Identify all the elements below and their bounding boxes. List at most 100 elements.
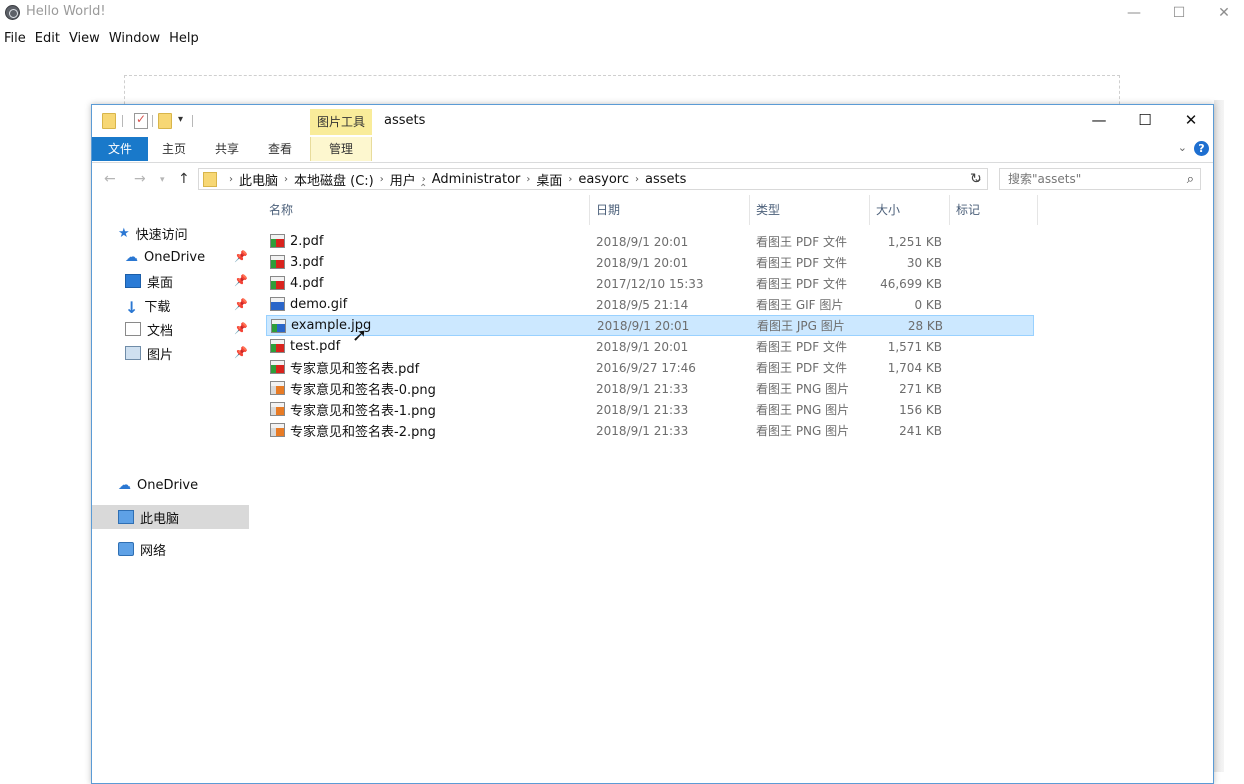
file-size: 241 KB	[899, 423, 942, 438]
folder-icon[interactable]	[102, 113, 116, 129]
breadcrumb-desktop[interactable]: 桌面	[536, 170, 562, 189]
pdf-file-icon	[270, 360, 285, 374]
table-row[interactable]: 专家意见和签名表-2.png 2018/9/1 21:33 看图王 PNG 图片 24…	[266, 420, 1034, 441]
explorer-close-button[interactable]: ✕	[1168, 105, 1214, 135]
sort-ascending-icon: ⌃	[419, 183, 428, 194]
file-type: 看图王 PNG 图片	[756, 403, 850, 417]
search-icon[interactable]: ⌕	[1187, 170, 1194, 190]
forward-icon[interactable]: →	[134, 171, 146, 187]
new-folder-icon[interactable]	[158, 113, 172, 129]
chevron-right-icon[interactable]: ›	[526, 174, 530, 185]
chevron-right-icon[interactable]: ›	[284, 174, 288, 185]
nav-label: 桌面	[147, 275, 174, 291]
nav-item-onedrive-pinned[interactable]: ☁ OneDrive	[125, 245, 205, 269]
table-row[interactable]: 4.pdf 2017/12/10 15:33 看图王 PDF 文件 46,699 KB	[266, 273, 1034, 294]
tab-home[interactable]: 主页	[154, 137, 194, 161]
nav-label: 快速访问	[135, 227, 188, 243]
chevron-right-icon[interactable]: ›	[229, 174, 233, 185]
window-shadow	[1214, 100, 1224, 772]
nav-label: 此电脑	[140, 511, 180, 527]
app-maximize-button[interactable]: ☐	[1156, 0, 1202, 26]
nav-quick-access[interactable]: ★ 快速访问	[118, 221, 188, 245]
recent-locations-icon[interactable]: ▾	[160, 175, 165, 185]
breadcrumb-this-pc[interactable]: 此电脑	[239, 170, 278, 189]
pin-icon[interactable]: 📌	[234, 322, 248, 335]
file-size: 28 KB	[907, 318, 943, 333]
column-tags[interactable]: 标记	[950, 195, 1038, 225]
nav-item-documents[interactable]: 文档	[125, 317, 173, 341]
quick-access-separator	[152, 115, 153, 127]
chevron-right-icon[interactable]: ›	[568, 174, 572, 185]
refresh-icon[interactable]: ↻	[970, 171, 982, 187]
explorer-minimize-button[interactable]: —	[1076, 105, 1122, 135]
file-size: 0 KB	[914, 297, 942, 312]
pin-icon[interactable]: 📌	[234, 298, 248, 311]
properties-icon[interactable]	[134, 112, 148, 129]
back-icon[interactable]: ←	[104, 171, 116, 187]
breadcrumb-assets[interactable]: assets	[645, 172, 686, 187]
tab-manage[interactable]: 管理	[310, 137, 372, 161]
explorer-maximize-button[interactable]: ☐	[1122, 105, 1168, 135]
table-row[interactable]: test.pdf 2018/9/1 20:01 看图王 PDF 文件 1,571 KB	[266, 336, 1034, 357]
table-row[interactable]: 3.pdf 2018/9/1 20:01 看图王 PDF 文件 30 KB	[266, 252, 1034, 273]
nav-item-downloads[interactable]: ↓ 下载	[125, 293, 170, 317]
table-row[interactable]: demo.gif 2018/9/5 21:14 看图王 GIF 图片 0 KB	[266, 294, 1034, 315]
menu-edit[interactable]: Edit	[31, 28, 64, 50]
table-row[interactable]: 专家意见和签名表-0.png 2018/9/1 21:33 看图王 PNG 图片 27…	[266, 378, 1034, 399]
file-badge-icon	[276, 281, 284, 289]
menu-file[interactable]: File	[0, 28, 30, 50]
breadcrumb-users[interactable]: 用户	[390, 170, 416, 189]
app-minimize-button[interactable]: —	[1111, 0, 1157, 26]
pin-icon[interactable]: 📌	[234, 250, 248, 263]
file-name: 2.pdf	[290, 234, 324, 249]
nav-onedrive[interactable]: ☁ OneDrive	[118, 473, 198, 497]
column-size[interactable]: 大小	[870, 195, 950, 225]
up-icon[interactable]: ↑	[178, 171, 190, 187]
column-name[interactable]: 名称	[263, 195, 590, 225]
png-file-icon	[270, 381, 285, 395]
address-input[interactable]: › 此电脑 › 本地磁盘 (C:) › 用户 › Administrator ›…	[198, 168, 988, 190]
file-type: 看图王 PDF 文件	[756, 235, 848, 249]
breadcrumb-drive[interactable]: 本地磁盘 (C:)	[294, 170, 374, 189]
pdf-file-icon	[270, 234, 285, 248]
table-row[interactable]: 专家意见和签名表.pdf 2016/9/27 17:46 看图王 PDF 文件 1,7…	[266, 357, 1034, 378]
nav-this-pc[interactable]: 此电脑	[118, 505, 179, 529]
pdf-file-icon	[270, 276, 285, 290]
file-type: 看图王 PDF 文件	[756, 361, 848, 375]
file-badge-icon	[276, 344, 284, 352]
menu-view[interactable]: View	[65, 28, 104, 50]
ribbon-expand-icon[interactable]: ⌄	[1178, 141, 1187, 154]
tab-view[interactable]: 查看	[260, 137, 300, 161]
file-type: 看图王 JPG 图片	[757, 319, 845, 333]
chevron-right-icon[interactable]: ›	[635, 174, 639, 185]
nav-item-desktop[interactable]: 桌面	[125, 269, 173, 293]
nav-network[interactable]: 网络	[118, 537, 166, 561]
menu-window[interactable]: Window	[105, 28, 164, 50]
column-date[interactable]: 日期	[590, 195, 750, 225]
nav-item-pictures[interactable]: 图片	[125, 341, 173, 365]
table-row[interactable]: example.jpg 2018/9/1 20:01 看图王 JPG 图片 28 KB	[266, 315, 1034, 336]
table-row[interactable]: 专家意见和签名表-1.png 2018/9/1 21:33 看图王 PNG 图片 15…	[266, 399, 1034, 420]
search-input[interactable]: 搜索"assets" ⌕	[999, 168, 1201, 190]
chevron-right-icon[interactable]: ›	[380, 174, 384, 185]
menu-help[interactable]: Help	[165, 28, 203, 50]
file-size: 156 KB	[899, 402, 942, 417]
app-close-button[interactable]: ✕	[1201, 0, 1244, 26]
file-type: 看图王 PNG 图片	[756, 424, 850, 438]
breadcrumb-administrator[interactable]: Administrator	[432, 172, 521, 187]
breadcrumb-easyorc[interactable]: easyorc	[578, 172, 629, 187]
tab-file[interactable]: 文件	[92, 137, 148, 161]
star-icon: ★	[118, 226, 130, 241]
pin-icon[interactable]: 📌	[234, 274, 248, 287]
search-placeholder: 搜索"assets"	[1008, 172, 1082, 186]
pdf-file-icon	[270, 339, 285, 353]
desktop-icon	[125, 274, 141, 288]
customize-toolbar-icon[interactable]: ▾	[178, 114, 183, 125]
file-badge-icon	[276, 302, 284, 310]
help-icon[interactable]: ?	[1194, 141, 1209, 156]
address-bar-row: ← → ▾ ↑ › 此电脑 › 本地磁盘 (C:) › 用户 › Adminis…	[92, 165, 1213, 193]
pin-icon[interactable]: 📌	[234, 346, 248, 359]
table-row[interactable]: 2.pdf 2018/9/1 20:01 看图王 PDF 文件 1,251 KB	[266, 231, 1034, 252]
column-type[interactable]: 类型	[750, 195, 870, 225]
tab-share[interactable]: 共享	[207, 137, 247, 161]
